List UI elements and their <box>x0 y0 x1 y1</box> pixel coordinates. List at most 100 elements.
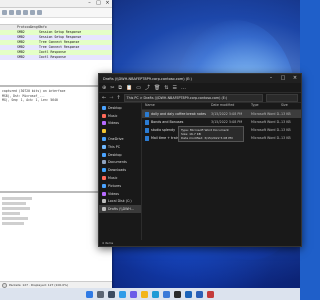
header-date[interactable]: Date modified <box>211 102 251 109</box>
folder-icon <box>102 113 106 118</box>
packet-no <box>0 55 17 60</box>
sidebar-item-label: This PC <box>108 144 121 149</box>
hex-line <box>2 217 28 220</box>
explorer-statusbar: 4 items <box>102 241 114 245</box>
toolbar-icon[interactable] <box>37 10 42 15</box>
sidebar-item[interactable]: Downloads <box>99 166 141 174</box>
folder-icon <box>102 160 106 165</box>
address-bar[interactable]: This PC > Drafts (\\DWH-NBAFEPT8P9.corp.… <box>123 93 263 102</box>
task-view-icon[interactable] <box>108 290 115 298</box>
file-name: dolly and daly coffee break notes <box>151 112 206 116</box>
folder-icon <box>102 191 106 196</box>
file-date: 3/15/2022 5:08 PM <box>211 112 243 116</box>
start-icon[interactable] <box>86 290 93 298</box>
detail-line[interactable]: MG), Seq: 1, Ack: 1, Len: 5640 <box>2 98 110 103</box>
store-icon[interactable] <box>163 290 170 298</box>
folder-icon <box>102 152 106 157</box>
packet-bytes <box>0 193 112 292</box>
forward-icon[interactable]: → <box>109 95 113 101</box>
rename-icon[interactable]: ▭ <box>136 85 141 91</box>
sidebar-item-label: Drafts (\\DWH... <box>108 207 134 212</box>
toolbar-icon[interactable] <box>23 10 28 15</box>
view-icon[interactable]: ☰ <box>173 85 177 91</box>
sidebar-item[interactable]: Local Disk (C:) <box>99 198 141 206</box>
header-type[interactable]: Type <box>251 102 281 109</box>
toolbar-icon[interactable] <box>30 10 35 15</box>
copy-icon[interactable]: ⧉ <box>118 85 122 91</box>
sidebar-item[interactable]: Desktop <box>99 104 141 112</box>
more-icon[interactable]: … <box>181 85 186 91</box>
toolbar-icon[interactable] <box>2 10 7 15</box>
hex-line <box>2 212 20 215</box>
folder-icon <box>102 176 106 181</box>
sidebar-item[interactable]: Music <box>99 112 141 120</box>
terminal-icon[interactable] <box>174 290 181 298</box>
sidebar-item-label: OneDrive <box>108 137 124 142</box>
sidebar-item-label: Pictures <box>108 183 122 188</box>
sidebar-item[interactable] <box>99 127 141 135</box>
widgets-icon[interactable] <box>119 290 126 298</box>
wireshark-icon[interactable] <box>185 290 192 298</box>
file-name-cell: Bonds and Bonuses <box>145 119 211 125</box>
paste-icon[interactable]: 📋 <box>126 85 132 91</box>
sidebar-item[interactable]: OneDrive <box>99 135 141 143</box>
sidebar-item-label: Videos <box>108 121 119 126</box>
header-size[interactable]: Size <box>281 102 301 109</box>
folder-icon <box>102 137 106 142</box>
search-input[interactable] <box>266 93 298 102</box>
file-row[interactable]: dolly and daly coffee break notes 3/15/20… <box>142 110 301 118</box>
close-icon[interactable]: × <box>103 0 112 7</box>
sidebar-item-label: Desktop <box>108 152 122 157</box>
minimize-icon[interactable]: – <box>265 74 277 83</box>
sidebar-item[interactable]: Desktop <box>99 151 141 159</box>
sidebar-item[interactable]: Videos <box>99 120 141 128</box>
new-icon[interactable]: ⊕ <box>102 85 106 91</box>
cut-icon[interactable]: ✂ <box>110 85 114 91</box>
file-explorer-window: Drafts (\\DWH-NBAFEPT8P9.corp.contoso.co… <box>98 73 302 247</box>
word-icon[interactable] <box>196 290 203 298</box>
sidebar-item-label: Local Disk (C:) <box>108 199 132 204</box>
maximize-icon[interactable]: □ <box>277 74 289 83</box>
sort-icon[interactable]: ⇅ <box>164 85 168 91</box>
hex-line <box>2 197 32 200</box>
folder-icon <box>102 168 106 173</box>
file-row[interactable]: Bonds and Bonuses 3/15/2022 5:08 PM Micros… <box>142 118 301 126</box>
sidebar-item[interactable]: Music <box>99 174 141 182</box>
sidebar-item[interactable]: Videos <box>99 190 141 198</box>
sidebar-item[interactable]: Documents <box>99 159 141 167</box>
header-name[interactable]: Name <box>145 102 211 109</box>
folder-icon <box>102 199 106 204</box>
packet-row[interactable]: SMB2 Ioctl Response <box>0 55 112 60</box>
file-size: 13 KB <box>281 136 291 140</box>
file-type: Microsoft Word D... <box>251 112 281 116</box>
file-list-header: Name Date modified Type Size <box>142 102 301 110</box>
up-icon[interactable]: ↑ <box>116 95 120 101</box>
sidebar-item-label: Documents <box>108 160 127 165</box>
back-icon[interactable]: ← <box>102 95 106 101</box>
display-filter-input[interactable] <box>0 18 112 25</box>
status-text: Packets: 127 · Displayed: 127 (100.0%) <box>9 283 69 287</box>
search-icon[interactable] <box>97 290 104 298</box>
app-icon[interactable] <box>207 290 214 298</box>
file-name: studio splendy <box>151 128 176 132</box>
file-list: Name Date modified Type Size dolly and d… <box>142 102 301 240</box>
sidebar-item[interactable]: Drafts (\\DWH... <box>99 205 141 214</box>
folder-icon <box>102 129 106 134</box>
chat-icon[interactable] <box>130 290 137 298</box>
toolbar-icon[interactable] <box>16 10 21 15</box>
taskbar <box>0 288 300 300</box>
edge-icon[interactable] <box>152 290 159 298</box>
share-icon[interactable]: ⤴ <box>145 84 150 91</box>
sidebar-item[interactable]: Pictures <box>99 182 141 190</box>
minimize-icon[interactable]: – <box>85 0 94 7</box>
file-explorer-icon[interactable] <box>141 290 148 298</box>
close-icon[interactable]: × <box>289 74 301 83</box>
wireshark-toolbar <box>0 8 112 18</box>
file-name-cell: dolly and daly coffee break notes <box>145 111 211 117</box>
sidebar-item[interactable]: This PC <box>99 143 141 151</box>
toolbar-icon[interactable] <box>9 10 14 15</box>
maximize-icon[interactable]: □ <box>94 0 103 7</box>
hex-line <box>2 222 24 225</box>
delete-icon[interactable]: 🗑 <box>154 85 160 91</box>
file-date: 3/15/2022 5:08 PM <box>211 120 243 124</box>
